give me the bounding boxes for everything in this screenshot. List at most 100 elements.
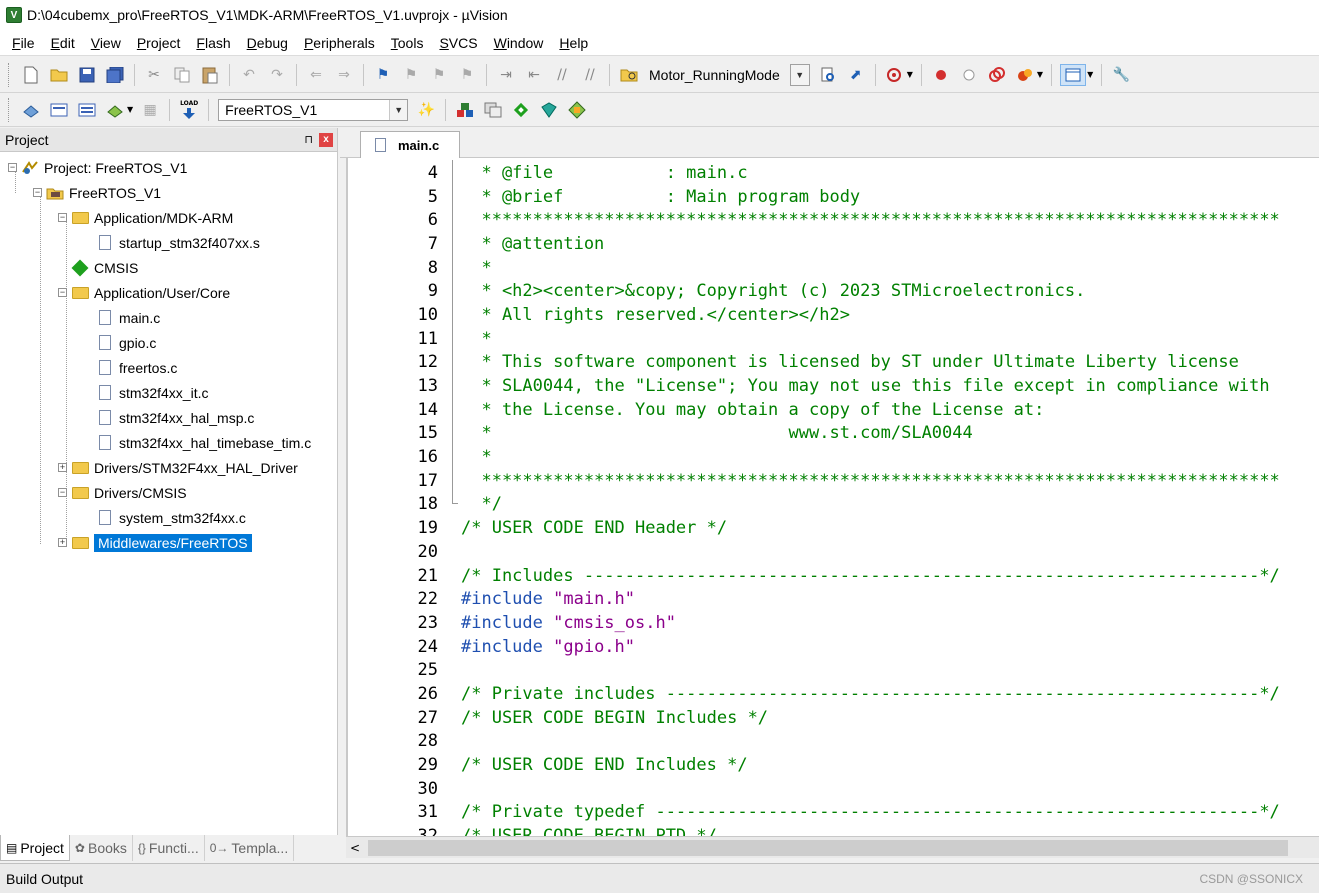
stop-build-icon[interactable]: ▦ — [139, 99, 161, 121]
tree-item-stm32f4xx-hal-msp-c[interactable]: stm32f4xx_hal_msp.c — [0, 405, 337, 430]
menu-svcs[interactable]: SVCS — [431, 35, 485, 51]
code-line[interactable]: 5 * @brief : Main program body — [348, 185, 1280, 209]
code-line[interactable]: 21 /* Includes --------------------------… — [348, 564, 1280, 588]
menu-file[interactable]: File — [4, 35, 43, 51]
chevron-down-icon[interactable]: ▼ — [1087, 70, 1093, 79]
menu-project[interactable]: Project — [129, 35, 189, 51]
code-line[interactable]: 31 /* Private typedef -------------------… — [348, 801, 1280, 825]
tree-item-cmsis[interactable]: CMSIS — [0, 255, 337, 280]
tree-item-drivers-stm32f4xx-hal-driver[interactable]: + Drivers/STM32F4xx_HAL_Driver — [0, 455, 337, 480]
code-line[interactable]: 25 — [348, 658, 1280, 682]
menu-debug[interactable]: Debug — [239, 35, 296, 51]
scrollbar-thumb[interactable] — [368, 839, 1288, 856]
code-line[interactable]: 17 *************************************… — [348, 469, 1280, 493]
window-layout-icon[interactable] — [1060, 63, 1087, 86]
menu-flash[interactable]: Flash — [188, 35, 238, 51]
tab-books[interactable]: ✿ Books — [70, 835, 133, 861]
code-line[interactable]: 32 /* USER CODE BEGIN PTD */ — [348, 824, 1280, 836]
tab-functi[interactable]: {} Functi... — [133, 835, 205, 861]
build-icon[interactable] — [48, 99, 70, 121]
chevron-down-icon[interactable]: ▼ — [1037, 70, 1043, 79]
new-file-icon[interactable] — [20, 64, 42, 86]
cut-icon[interactable]: ✂ — [143, 64, 165, 86]
find-history-dropdown[interactable]: ▼ — [789, 63, 810, 86]
code-line[interactable]: 15 * www.st.com/SLA0044 — [348, 422, 1280, 446]
tree-item-main-c[interactable]: main.c — [0, 305, 337, 330]
open-folder-icon[interactable] — [48, 64, 70, 86]
target-options-icon[interactable]: ✨ — [415, 99, 437, 121]
target-select[interactable]: FreeRTOS_V1 ▼ — [218, 98, 409, 121]
code-line[interactable]: 27 /* USER CODE BEGIN Includes */ — [348, 706, 1280, 730]
toolbar-grip[interactable] — [8, 97, 11, 122]
find-icon[interactable]: ⬈ — [845, 64, 867, 86]
collapse-icon[interactable]: − — [8, 163, 17, 172]
debug-session-icon[interactable] — [884, 64, 906, 86]
scroll-left-icon[interactable]: < — [346, 839, 364, 857]
undo-icon[interactable]: ↶ — [238, 64, 260, 86]
collapse-icon[interactable]: − — [33, 188, 42, 197]
tree-item-startup-stm32f407xx-s[interactable]: startup_stm32f407xx.s — [0, 230, 337, 255]
code-line[interactable]: 13 * SLA0044, the "License"; You may not… — [348, 374, 1280, 398]
menu-peripherals[interactable]: Peripherals — [296, 35, 383, 51]
configuration-wrench-icon[interactable]: 🔧 — [1110, 64, 1132, 86]
navigate-forward-icon[interactable]: ⇒ — [333, 64, 355, 86]
save-icon[interactable] — [76, 64, 98, 86]
code-line[interactable]: 9 * <h2><center>&copy; Copyright (c) 202… — [348, 279, 1280, 303]
code-line[interactable]: 4 * @file : main.c — [348, 161, 1280, 185]
tree-item-freertos-c[interactable]: freertos.c — [0, 355, 337, 380]
bookmark-icon[interactable]: ⚑ — [372, 64, 394, 86]
tree-item-system-stm32f4xx-c[interactable]: system_stm32f4xx.c — [0, 505, 337, 530]
manage-project-items-icon[interactable] — [454, 99, 476, 121]
code-line[interactable]: 12 * This software component is licensed… — [348, 351, 1280, 375]
tree-item-stm32f4xx-it-c[interactable]: stm32f4xx_it.c — [0, 380, 337, 405]
indent-icon[interactable]: ⇥ — [495, 64, 517, 86]
tab-templa[interactable]: 0→ Templa... — [205, 835, 295, 861]
copy-icon[interactable] — [171, 64, 193, 86]
menu-edit[interactable]: Edit — [43, 35, 83, 51]
redo-icon[interactable]: ↷ — [266, 64, 288, 86]
tree-item-freertos-v1[interactable]: − FreeRTOS_V1 — [0, 180, 337, 205]
code-editor[interactable]: 4 * @file : main.c 5 * @brief : Main prog… — [346, 158, 1319, 836]
close-icon[interactable]: x — [319, 132, 333, 147]
pack-manager-icon[interactable] — [566, 99, 588, 121]
code-line[interactable]: 29 /* USER CODE END Includes */ — [348, 753, 1280, 777]
next-bookmark-icon[interactable]: ⚑ — [428, 64, 450, 86]
pin-icon[interactable]: ⊓ — [304, 133, 313, 146]
chevron-down-icon[interactable]: ▼ — [127, 105, 133, 114]
tree-item-application-mdk-arm[interactable]: − Application/MDK-ARM — [0, 205, 337, 230]
navigate-back-icon[interactable]: ⇐ — [305, 64, 327, 86]
tree-item-middlewares-freertos[interactable]: + Middlewares/FreeRTOS — [0, 530, 337, 555]
code-line[interactable]: 8 * — [348, 256, 1280, 280]
code-line[interactable]: 24 #include "gpio.h" — [348, 635, 1280, 659]
code-line[interactable]: 16 * — [348, 445, 1280, 469]
code-line[interactable]: 10 * All rights reserved.</center></h2> — [348, 303, 1280, 327]
select-packs-icon[interactable] — [482, 99, 504, 121]
code-line[interactable]: 11 * — [348, 327, 1280, 351]
breakpoint-disable-all-icon[interactable] — [986, 64, 1008, 86]
save-all-icon[interactable] — [104, 64, 126, 86]
clear-bookmarks-icon[interactable]: ⚑ — [456, 64, 478, 86]
translate-icon[interactable] — [20, 99, 42, 121]
code-line[interactable]: 28 — [348, 730, 1280, 754]
code-line[interactable]: 22 #include "main.h" — [348, 587, 1280, 611]
menu-window[interactable]: Window — [486, 35, 552, 51]
code-line[interactable]: 7 * @attention — [348, 232, 1280, 256]
paste-icon[interactable] — [199, 64, 221, 86]
code-line[interactable]: 26 /* Private includes ------------------… — [348, 682, 1280, 706]
code-line[interactable]: 30 — [348, 777, 1280, 801]
uncomment-icon[interactable]: // — [579, 64, 601, 86]
tree-item-drivers-cmsis[interactable]: − Drivers/CMSIS — [0, 480, 337, 505]
collapse-icon[interactable]: − — [58, 213, 67, 222]
menu-help[interactable]: Help — [551, 35, 596, 51]
tree-item-application-user-core[interactable]: − Application/User/Core — [0, 280, 337, 305]
breakpoint-kill-all-icon[interactable] — [1014, 64, 1036, 86]
comment-icon[interactable]: // — [551, 64, 573, 86]
breakpoint-enable-icon[interactable] — [958, 64, 980, 86]
tab-main-c[interactable]: main.c — [360, 131, 460, 158]
chevron-down-icon[interactable]: ▼ — [389, 99, 408, 120]
code-line[interactable]: 14 * the License. You may obtain a copy … — [348, 398, 1280, 422]
collapse-icon[interactable]: − — [58, 288, 67, 297]
code-line[interactable]: 18 */ — [348, 493, 1280, 517]
code-line[interactable]: 23 #include "cmsis_os.h" — [348, 611, 1280, 635]
code-line[interactable]: 20 — [348, 540, 1280, 564]
